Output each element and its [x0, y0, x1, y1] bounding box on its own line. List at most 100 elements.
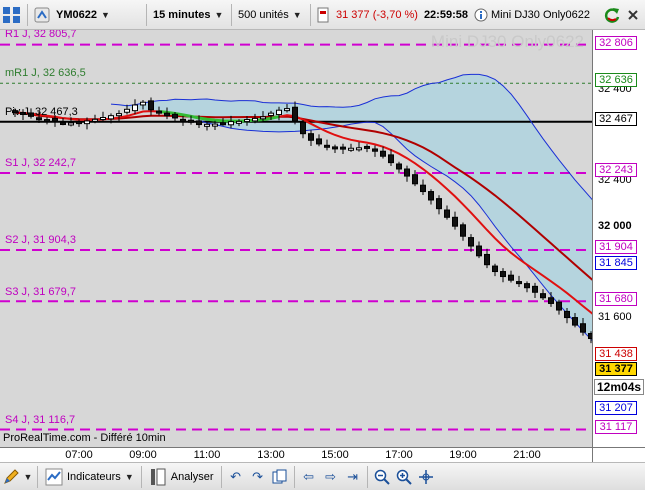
clock-time: 22:59:58 [423, 8, 468, 21]
zoom-in-icon [396, 469, 412, 485]
candle-body [524, 283, 530, 289]
candle-body [164, 112, 170, 117]
undo-button[interactable]: ↶ [226, 467, 246, 487]
candle-body [76, 121, 82, 125]
timeframe-selector[interactable]: 15 minutes ▼ [150, 4, 228, 26]
level-label-s2: S2 J, 31 904,3 [5, 234, 76, 246]
redo-icon: ↷ [252, 468, 263, 484]
candle-body [36, 117, 42, 121]
candle-body [180, 118, 186, 122]
candle-body [452, 216, 458, 227]
candle-body [204, 123, 210, 127]
chevron-down-icon: ▼ [100, 9, 110, 20]
indicators-label: Indicateurs [67, 470, 121, 483]
candle-body [44, 119, 50, 123]
level-label-s3: S3 J, 31 679,7 [5, 286, 76, 298]
axis-corner [592, 447, 645, 462]
chart-watermark: Mini DJ30 Only0622 [430, 32, 584, 51]
x-tick: 13:00 [257, 449, 285, 461]
time-axis[interactable]: 07:00 09:00 11:00 13:00 15:00 17:00 19:0… [0, 447, 592, 462]
copy-icon [272, 469, 287, 483]
units-label: 500 unités [238, 8, 289, 21]
order-button[interactable] [314, 4, 332, 26]
zoom-out-icon [374, 469, 390, 485]
toolbar-divider [366, 465, 368, 488]
price-change-value: 31 377 (-3,70 %) [336, 8, 418, 21]
toolbar-divider [310, 3, 311, 26]
instrument-info[interactable]: Mini DJ30 Only0622 [471, 4, 593, 26]
pencil-icon [4, 468, 19, 484]
chart-window: YM0622 ▼ 15 minutes ▼ 500 unités ▼ 31 37… [0, 0, 645, 490]
price-axis[interactable]: 32 400 32 400 32 000 31 600 32 806 32 63… [592, 30, 645, 447]
instrument-full-name: Mini DJ30 Only0622 [490, 8, 591, 21]
candle-body [396, 163, 402, 170]
level-tag-s3: 31 680 [595, 292, 637, 306]
candle-body [116, 113, 122, 117]
candle-body [428, 191, 434, 201]
last-price-tag: 31 377 [595, 362, 637, 376]
level-tag-mr1: 32 636 [595, 73, 637, 87]
x-tick: 07:00 [65, 449, 93, 461]
top-toolbar: YM0622 ▼ 15 minutes ▼ 500 unités ▼ 31 37… [0, 0, 645, 30]
candle-body [324, 144, 330, 148]
y-tick: 31 600 [598, 311, 632, 323]
x-tick: 17:00 [385, 449, 413, 461]
redo-button[interactable]: ↷ [248, 467, 268, 487]
chevron-down-icon: ▼ [292, 9, 302, 20]
candle-body [68, 122, 74, 126]
level-tag-s1: 32 243 [595, 163, 637, 177]
zoom-out-button[interactable] [372, 467, 392, 487]
instrument-selector[interactable]: YM0622 ▼ [53, 4, 143, 26]
level-label-s4: S4 J, 31 116,7 [5, 414, 76, 426]
candle-body [244, 119, 250, 123]
sync-button[interactable] [31, 4, 53, 26]
candle-body [356, 147, 362, 151]
crosshair-button[interactable] [416, 467, 436, 487]
analyser-label: Analyser [170, 470, 214, 483]
candle-body [132, 104, 138, 112]
candle-body [300, 121, 306, 135]
indicators-button[interactable]: Indicateurs ▼ [41, 466, 138, 488]
candle-body [332, 146, 338, 150]
analyser-button[interactable]: Analyser [145, 466, 218, 488]
candle-body [372, 148, 378, 152]
x-tick: 15:00 [321, 449, 349, 461]
scroll-right-button[interactable]: ⇨ [321, 467, 341, 487]
x-tick: 19:00 [449, 449, 477, 461]
candle-body [60, 122, 66, 126]
grid-menu-button[interactable] [0, 4, 24, 26]
chart-canvas[interactable] [0, 30, 592, 447]
candle-body [380, 150, 386, 157]
candle-body [276, 109, 282, 116]
level-tag-r1: 32 806 [595, 36, 637, 50]
zoom-in-button[interactable] [394, 467, 414, 487]
arrow-left-icon: ⇦ [303, 468, 314, 484]
candle-body [212, 123, 218, 127]
candle-body [252, 117, 258, 122]
order-ticket-icon [317, 7, 329, 22]
level-tag-s4: 31 117 [595, 420, 637, 434]
scroll-end-button[interactable]: ⇥ [343, 467, 363, 487]
price-chart[interactable]: Mini DJ30 Only0622 R1 J, 32 805,7 mR1 J,… [0, 30, 592, 447]
units-selector[interactable]: 500 unités ▼ [235, 4, 307, 26]
candle-body [236, 120, 242, 124]
refresh-button[interactable] [600, 4, 624, 26]
y-tick: 32 000 [598, 220, 632, 232]
scroll-left-button[interactable]: ⇦ [299, 467, 319, 487]
candle-body [52, 117, 58, 122]
close-chart-button[interactable] [624, 4, 645, 26]
level-label-s1: S1 J, 32 242,7 [5, 157, 76, 169]
candle-body [492, 265, 498, 273]
toolbar-divider [37, 465, 38, 488]
price-change: 31 377 (-3,70 %) [332, 4, 421, 26]
drawing-menu-caret[interactable]: ▼ [23, 467, 33, 487]
level-label-pivot: Piv J, 32 467,3 [5, 106, 78, 118]
candle-body [108, 115, 114, 120]
lower-band-tag: 31 207 [595, 401, 637, 415]
drawing-tool-button[interactable] [1, 467, 21, 487]
candle-body [420, 184, 426, 193]
candle-body [124, 108, 130, 113]
candle-body [84, 120, 90, 125]
candle-body [148, 100, 154, 111]
duplicate-button[interactable] [270, 467, 290, 487]
